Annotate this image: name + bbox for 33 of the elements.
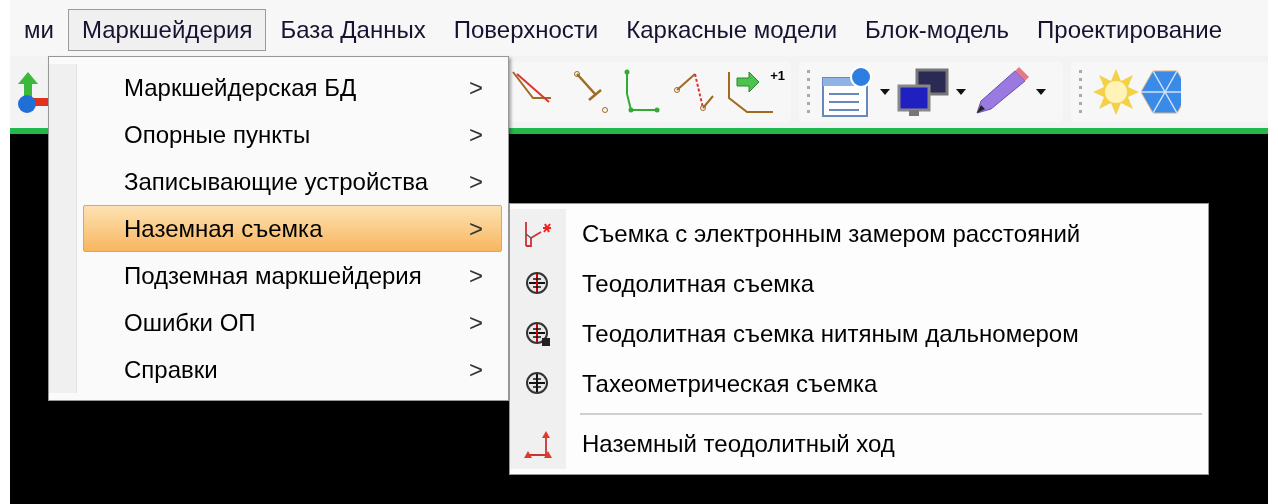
submenu-entry[interactable]: Теодолитная съемка (566, 259, 1208, 309)
menu-item[interactable]: Каркасные модели (612, 9, 852, 51)
menu-item[interactable]: Поверхности (439, 9, 613, 51)
toolbar-grip-icon (1079, 70, 1083, 114)
menu-entry[interactable]: Опорные пункты > (83, 111, 502, 158)
dropdown-arrow-icon[interactable] (1035, 88, 1047, 96)
menu-entry[interactable]: Справки > (83, 346, 502, 393)
menu-item[interactable]: Маркшейдерия (67, 9, 267, 51)
info-window-icon[interactable] (819, 66, 875, 118)
menu-entry[interactable]: Подземная маркшейдерия > (83, 252, 502, 299)
menu-entry[interactable]: Ошибки ОП > (83, 299, 502, 346)
submenu-entry[interactable]: Теодолитная съемка нитяным дальномером (566, 309, 1208, 359)
menu-item[interactable]: Проектирование (1023, 9, 1237, 51)
menu-item[interactable]: База Данных (266, 9, 440, 51)
dropdown-arrow-icon[interactable] (879, 88, 891, 96)
toolbar-grip-icon (807, 70, 811, 114)
crosshair-icon (525, 321, 551, 347)
dropdown-arrow-icon[interactable] (955, 88, 967, 96)
menu-entry[interactable]: Наземная съемка > (83, 205, 502, 252)
menu-entry[interactable]: Записывающие устройства > (83, 158, 502, 205)
menu-item[interactable]: Блок-модель (851, 9, 1024, 51)
distance-survey-icon (523, 220, 553, 248)
counter-label: +1 (770, 67, 785, 85)
traverse-icon (522, 429, 554, 459)
submenu-entry[interactable]: Тахеометрическая съемка (566, 359, 1208, 409)
monitors-icon[interactable] (895, 66, 951, 118)
submenu-entry[interactable]: Съемка с электронным замером расстояний (566, 209, 1208, 259)
submenu-entry[interactable]: Наземный теодолитный ход (566, 419, 1208, 469)
hexagon-icon[interactable] (1141, 67, 1181, 117)
crosshair-icon (525, 371, 551, 397)
menu-item[interactable]: ми (10, 9, 68, 51)
crosshair-icon (525, 271, 551, 297)
menu-entry[interactable]: Маркшейдерская БД > (83, 64, 502, 111)
